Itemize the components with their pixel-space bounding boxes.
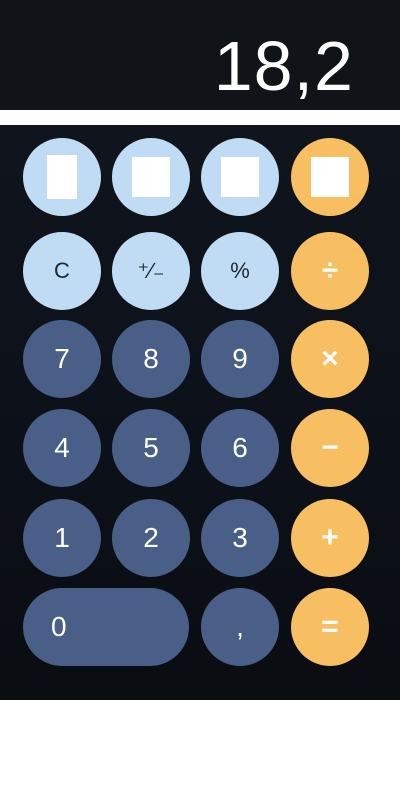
digit-5-button[interactable]: 5 (112, 409, 190, 487)
redaction-box (132, 157, 170, 197)
redaction-box (47, 155, 77, 199)
plus-button[interactable]: + (291, 499, 369, 577)
digit-9-button[interactable]: 9 (201, 320, 279, 398)
decimal-button[interactable]: , (201, 588, 279, 666)
digit-7-button[interactable]: 7 (23, 320, 101, 398)
masked-key-4[interactable] (291, 138, 369, 216)
digit-0-button[interactable]: 0 (23, 588, 189, 666)
digit-6-button[interactable]: 6 (201, 409, 279, 487)
equals-button[interactable]: = (291, 588, 369, 666)
calculator-display: 18,2 (0, 0, 400, 110)
masked-key-3[interactable] (201, 138, 279, 216)
digit-3-button[interactable]: 3 (201, 499, 279, 577)
divider (0, 110, 400, 125)
digit-4-button[interactable]: 4 (23, 409, 101, 487)
redaction-box (311, 157, 349, 197)
digit-8-button[interactable]: 8 (112, 320, 190, 398)
masked-key-2[interactable] (112, 138, 190, 216)
multiply-button[interactable]: × (291, 320, 369, 398)
masked-key-1[interactable] (23, 138, 101, 216)
divide-button[interactable]: ÷ (291, 232, 369, 310)
sign-toggle-button[interactable]: ⁺∕₋ (112, 232, 190, 310)
keypad: C ⁺∕₋ % ÷ 7 8 9 × 4 5 6 − 1 2 3 + 0 , = (0, 125, 400, 700)
redaction-box (221, 157, 259, 197)
digit-2-button[interactable]: 2 (112, 499, 190, 577)
minus-button[interactable]: − (291, 409, 369, 487)
clear-button[interactable]: C (23, 232, 101, 310)
blank-area (0, 700, 400, 800)
digit-1-button[interactable]: 1 (23, 499, 101, 577)
display-value: 18,2 (213, 27, 354, 105)
percent-button[interactable]: % (201, 232, 279, 310)
